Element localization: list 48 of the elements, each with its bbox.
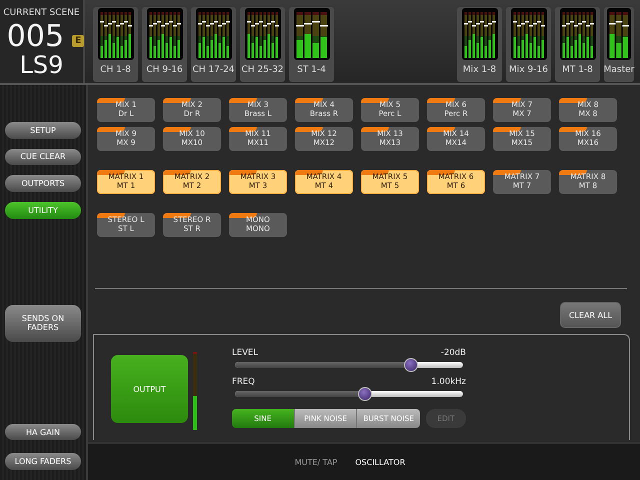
meter-drawing [146,8,182,60]
slider-label: LEVEL [232,348,258,358]
meter-button[interactable]: MT 1-8 [555,7,600,82]
clear-all-button[interactable]: CLEAR ALL [560,302,621,328]
meter-drawing [607,8,631,60]
meter-drawing [510,8,546,60]
slider-thumb[interactable] [358,387,372,401]
sidebar-button[interactable]: OUTPORTS [5,175,81,192]
meter-label: CH 25-32 [241,65,284,75]
sidebar-button[interactable]: HA GAIN [5,424,81,440]
meter-drawing [98,8,134,60]
meter-button[interactable]: CH 1-8 [93,7,138,82]
meter-button[interactable]: Mix 9-16 [506,7,551,82]
meter-drawing [560,8,596,60]
output-button[interactable]: OUTPUT [111,355,188,423]
sidebar-button[interactable]: SETUP [5,122,81,139]
slider-reading: 1.00kHz [431,377,466,387]
meter-drawing [462,8,498,60]
scene-label: CURRENT SCENE [3,8,80,18]
meter-button[interactable]: ST 1-4 [289,7,334,82]
tab[interactable]: OSCILLATOR [355,456,406,468]
meter-label: CH 9-16 [146,65,183,75]
meter-drawing [294,8,330,60]
meter-drawing [244,8,280,60]
slider-label: FREQ [232,377,255,387]
slider-reading: -20dB [440,348,466,358]
meter-label: Mix 1-8 [462,65,496,75]
meter-button[interactable]: CH 25-32 [240,7,285,82]
meter-button[interactable]: Master [604,7,634,82]
sidebar-button[interactable]: SENDS ON FADERS [5,304,81,342]
meter-label: CH 1-8 [100,65,131,75]
meter-button[interactable]: CH 17-24 [191,7,236,82]
edit-badge: E [72,35,84,47]
sidebar-button[interactable]: UTILITY [5,202,81,219]
sidebar-button[interactable]: LONG FADERS [5,453,81,470]
meter-button[interactable]: CH 9-16 [142,7,187,82]
scene-name: LS9 [20,52,64,78]
meter-label: ST 1-4 [297,65,326,75]
meter-label: MT 1-8 [562,65,593,75]
meter-label: Master [604,65,634,75]
meter-label: Mix 9-16 [509,65,548,75]
scene-number: 005 [6,22,64,52]
meter-label: CH 17-24 [192,65,235,75]
slider-thumb[interactable] [404,358,418,372]
meter-button[interactable]: Mix 1-8 [457,7,502,82]
tab[interactable]: MUTE/ TAP [294,456,338,468]
sidebar-button[interactable]: CUE CLEAR [5,148,81,166]
meter-drawing [196,8,232,60]
